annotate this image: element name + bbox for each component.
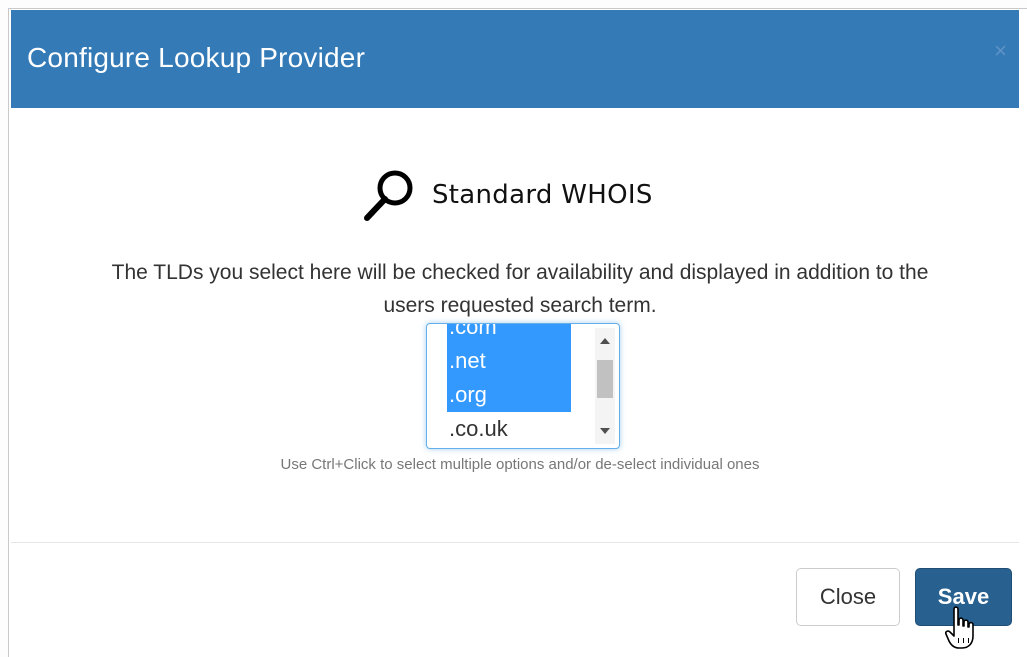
close-icon[interactable]: × (994, 40, 1007, 62)
scroll-thumb[interactable] (597, 360, 613, 398)
tld-scrollbar[interactable] (595, 328, 615, 444)
footer-divider (11, 542, 1019, 543)
description-line-1: The TLDs you select here will be checked… (111, 261, 929, 284)
tld-select-hint: Use Ctrl+Click to select multiple option… (280, 456, 760, 473)
hand-pointer-cursor-icon (945, 605, 975, 656)
provider-heading: Standard WHOIS (360, 160, 653, 230)
close-button[interactable]: Close (796, 568, 900, 626)
screen: Configure Lookup Provider × Standard WHO… (0, 0, 1027, 657)
search-icon (360, 166, 418, 224)
modal-title: Configure Lookup Provider (27, 42, 366, 73)
description: The TLDs you select here will be checked… (20, 256, 1020, 322)
tld-option-com[interactable]: .com (447, 324, 571, 344)
tld-option-org[interactable]: .org (447, 378, 571, 412)
tld-option-net[interactable]: .net (447, 344, 571, 378)
scroll-up-arrow-icon[interactable] (600, 338, 610, 344)
tld-option-co-uk[interactable]: .co.uk (447, 412, 571, 446)
provider-name: Standard WHOIS (432, 180, 653, 210)
scroll-down-arrow-icon[interactable] (600, 428, 610, 434)
modal-header: Configure Lookup Provider × (11, 10, 1019, 108)
description-line-2: users requested search term. (383, 294, 657, 317)
tld-option-list: .com .net .org .co.uk (447, 324, 571, 446)
tld-multiselect[interactable]: .com .net .org .co.uk (426, 323, 620, 449)
